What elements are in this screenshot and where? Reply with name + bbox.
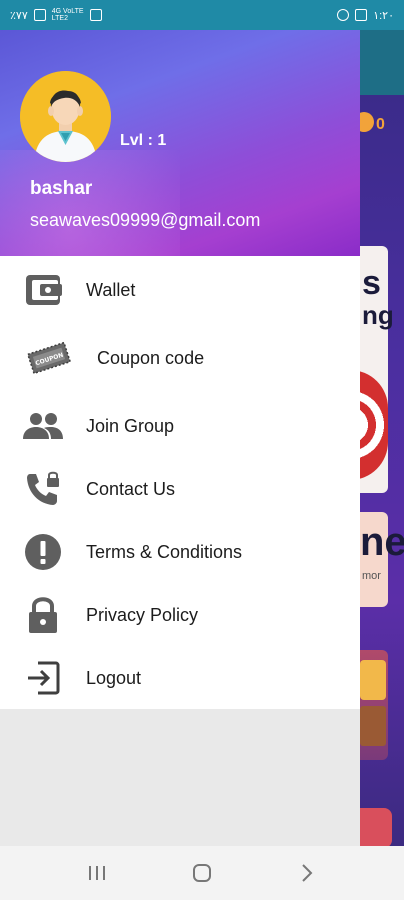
menu-label-contact-us: Contact Us	[86, 478, 176, 499]
menu-item-coupon-code[interactable]: COUPON Coupon code	[0, 330, 360, 386]
drawer-menu: Wallet COUPON Coupon code Join Group Con…	[0, 256, 360, 709]
coin-count: 0	[376, 116, 385, 133]
recent-apps-button[interactable]	[77, 853, 117, 893]
group-icon	[22, 405, 64, 447]
image-icon	[355, 9, 368, 21]
background-card: ne mor	[360, 512, 404, 607]
background-app[interactable]: 0 s ng ne mor	[360, 30, 404, 846]
status-time: ١:٢٠	[373, 9, 394, 22]
menu-label-join-group: Join Group	[86, 415, 175, 436]
status-left: ٪٧٧ 4G VoLTE LTE2	[10, 8, 102, 22]
network-indicator: 4G VoLTE LTE2	[51, 8, 84, 22]
lock-icon	[22, 594, 64, 636]
menu-label-terms-conditions: Terms & Conditions	[86, 541, 243, 562]
info-icon	[22, 531, 64, 573]
data-saver-icon	[337, 9, 350, 21]
user-email: seawaves09999@gmail.com	[30, 210, 261, 230]
menu-item-privacy-policy[interactable]: Privacy Policy	[0, 587, 360, 643]
system-navigation-bar	[0, 846, 404, 900]
menu-label-logout: Logout	[86, 667, 142, 688]
menu-item-terms-conditions[interactable]: Terms & Conditions	[0, 524, 360, 580]
menu-item-join-group[interactable]: Join Group	[0, 398, 360, 454]
wallet-icon	[22, 269, 64, 311]
coin-icon	[360, 112, 374, 132]
username: bashar	[30, 178, 93, 199]
logout-icon	[22, 657, 64, 699]
navigation-drawer: Lvl : 1 bashar seawaves09999@gmail.com W…	[0, 30, 360, 846]
battery-percent: ٪٧٧	[10, 9, 28, 22]
back-chevron-icon	[301, 864, 313, 882]
doctor-avatar-icon	[20, 71, 111, 162]
menu-label-coupon-code: Coupon code	[97, 347, 205, 368]
menu-item-wallet[interactable]: Wallet	[0, 262, 360, 318]
level-label: Lvl : 1	[120, 132, 167, 149]
menu-item-logout[interactable]: Logout	[0, 650, 360, 706]
treasure-illustration	[360, 650, 388, 760]
status-right: ١:٢٠	[337, 9, 394, 22]
home-icon	[192, 864, 211, 882]
menu-label-privacy-policy: Privacy Policy	[86, 604, 199, 625]
menu-item-contact-us[interactable]: Contact Us	[0, 461, 360, 517]
status-bar: ٪٧٧ 4G VoLTE LTE2 ١:٢٠	[0, 0, 404, 30]
coupon-icon: COUPON	[26, 337, 72, 379]
menu-label-wallet: Wallet	[86, 279, 136, 300]
background-button	[360, 808, 392, 846]
signal-icon	[33, 9, 46, 21]
phone-lock-icon	[22, 468, 64, 510]
home-button[interactable]	[182, 853, 222, 893]
recents-icon	[89, 866, 106, 880]
drawer-header: Lvl : 1 bashar seawaves09999@gmail.com	[0, 30, 360, 256]
back-button[interactable]	[287, 853, 327, 893]
avatar[interactable]	[20, 71, 111, 162]
download-icon	[89, 9, 102, 21]
